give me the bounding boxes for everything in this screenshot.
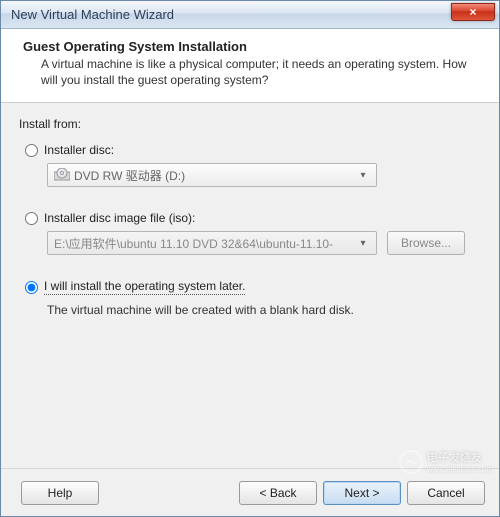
radio-installer-disc[interactable] <box>25 144 38 157</box>
header-description: A virtual machine is like a physical com… <box>23 56 477 88</box>
wizard-window: New Virtual Machine Wizard × Guest Opera… <box>0 0 500 517</box>
next-button[interactable]: Next > <box>323 481 401 505</box>
radio-iso-file[interactable] <box>25 212 38 225</box>
back-button[interactable]: < Back <box>239 481 317 505</box>
radio-install-later[interactable] <box>25 281 38 294</box>
help-button[interactable]: Help <box>21 481 99 505</box>
wizard-footer: Help < Back Next > Cancel <box>1 468 499 516</box>
option-iso-file-label: Installer disc image file (iso): <box>44 211 195 225</box>
option-iso-file[interactable]: Installer disc image file (iso): <box>19 211 481 225</box>
option-installer-disc-label: Installer disc: <box>44 143 114 157</box>
titlebar: New Virtual Machine Wizard × <box>1 1 499 29</box>
chevron-down-icon: ▾ <box>354 238 372 249</box>
close-button[interactable]: × <box>451 3 495 21</box>
iso-path-value: E:\应用软件\ubuntu 11.10 DVD 32&64\ubuntu-11… <box>54 235 354 252</box>
option-install-later-label: I will install the operating system late… <box>44 279 245 295</box>
installer-disc-dropdown[interactable]: DVD RW 驱动器 (D:) ▾ <box>47 163 377 187</box>
wizard-body: Install from: Installer disc: DVD RW 驱动器… <box>1 103 499 468</box>
close-icon: × <box>469 5 476 19</box>
option-installer-disc[interactable]: Installer disc: <box>19 143 481 157</box>
window-title: New Virtual Machine Wizard <box>11 7 451 22</box>
browse-button[interactable]: Browse... <box>387 231 465 255</box>
cancel-button[interactable]: Cancel <box>407 481 485 505</box>
dvd-drive-icon <box>54 168 70 182</box>
install-from-label: Install from: <box>19 117 481 131</box>
wizard-header: Guest Operating System Installation A vi… <box>1 29 499 103</box>
header-title: Guest Operating System Installation <box>23 39 477 54</box>
iso-path-dropdown[interactable]: E:\应用软件\ubuntu 11.10 DVD 32&64\ubuntu-11… <box>47 231 377 255</box>
install-later-description: The virtual machine will be created with… <box>47 303 481 317</box>
chevron-down-icon: ▾ <box>354 170 372 181</box>
installer-disc-value: DVD RW 驱动器 (D:) <box>74 167 354 184</box>
option-install-later[interactable]: I will install the operating system late… <box>19 279 481 295</box>
